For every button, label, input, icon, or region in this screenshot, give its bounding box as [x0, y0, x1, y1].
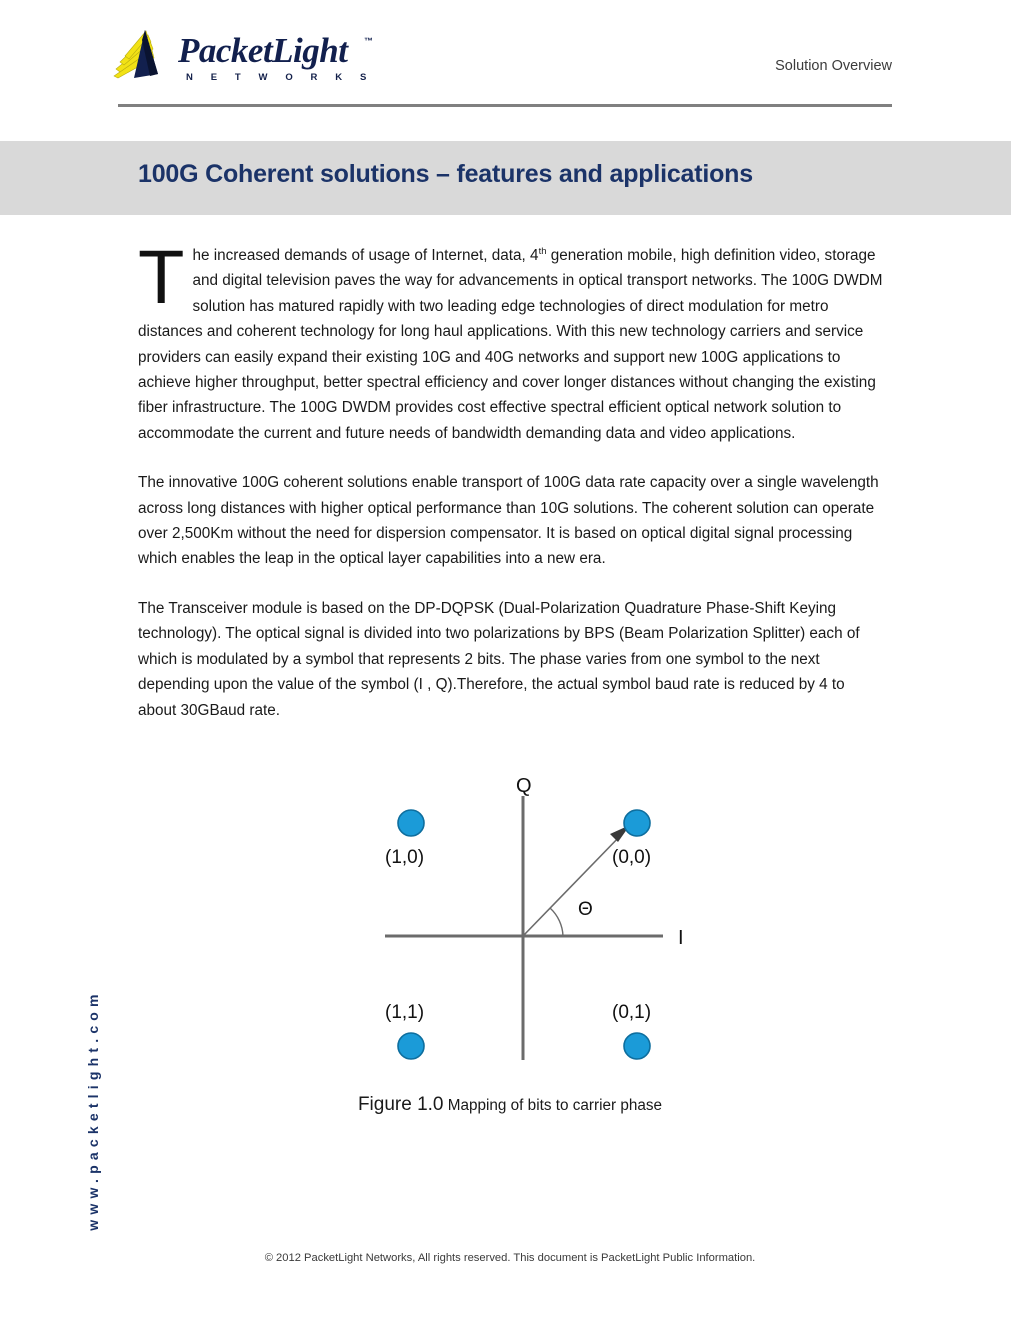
svg-text:PacketLight: PacketLight [178, 31, 349, 70]
constellation-diagram: Q I Θ (1,0) (0,0) (1,1) (0,1) [300, 778, 730, 1078]
constellation-point-1-0 [397, 809, 425, 837]
paragraph-2: The innovative 100G coherent solutions e… [138, 474, 879, 568]
page-title: 100G Coherent solutions – features and a… [138, 160, 753, 188]
document-page: PacketLight ™ N E T W O R K S Solution O… [0, 0, 1020, 1320]
page-header: PacketLight ™ N E T W O R K S Solution O… [0, 0, 1020, 110]
svg-text:™: ™ [364, 36, 373, 46]
i-axis-label: I [678, 927, 684, 949]
constellation-label-1-1: (1,1) [385, 1002, 424, 1023]
paragraph-1-part-b: generation mobile, high definition video… [138, 247, 883, 442]
footer-copyright: © 2012 PacketLight Networks, All rights … [264, 1252, 756, 1264]
constellation-label-0-1: (0,1) [612, 1002, 651, 1023]
packetlight-wordmark: PacketLight ™ [178, 31, 373, 70]
constellation-point-0-1 [623, 1032, 651, 1060]
theta-label: Θ [578, 899, 593, 920]
document-body: The increased demands of usage of Intern… [138, 235, 886, 747]
constellation-point-0-0 [623, 809, 651, 837]
document-type-label: Solution Overview [775, 58, 892, 74]
packetlight-logo: PacketLight ™ N E T W O R K S [112, 26, 382, 88]
paragraph-1-part-a: he increased demands of usage of Interne… [192, 247, 539, 264]
packetlight-fan-icon [113, 30, 158, 79]
logo-tagline: N E T W O R K S [186, 72, 374, 83]
constellation-label-1-0: (1,0) [385, 847, 424, 868]
q-axis-label: Q [516, 778, 532, 797]
figure-caption: Figure 1.0 Mapping of bits to carrier ph… [0, 1094, 1020, 1116]
theta-arc [549, 907, 564, 937]
drop-cap: T [138, 235, 185, 320]
paragraph-3: The Transceiver module is based on the D… [138, 599, 860, 719]
phase-vector-line [522, 832, 624, 937]
constellation-label-0-0: (0,0) [612, 847, 651, 868]
constellation-point-1-1 [397, 1032, 425, 1060]
figure-caption-body: Mapping of bits to carrier phase [447, 1097, 663, 1114]
sidebar-website-url: www.packetlight.com [85, 989, 101, 1231]
figure-number: Figure 1.0 [357, 1094, 444, 1115]
header-divider [118, 104, 892, 107]
paragraph-1: The increased demands of usage of Intern… [138, 235, 886, 446]
